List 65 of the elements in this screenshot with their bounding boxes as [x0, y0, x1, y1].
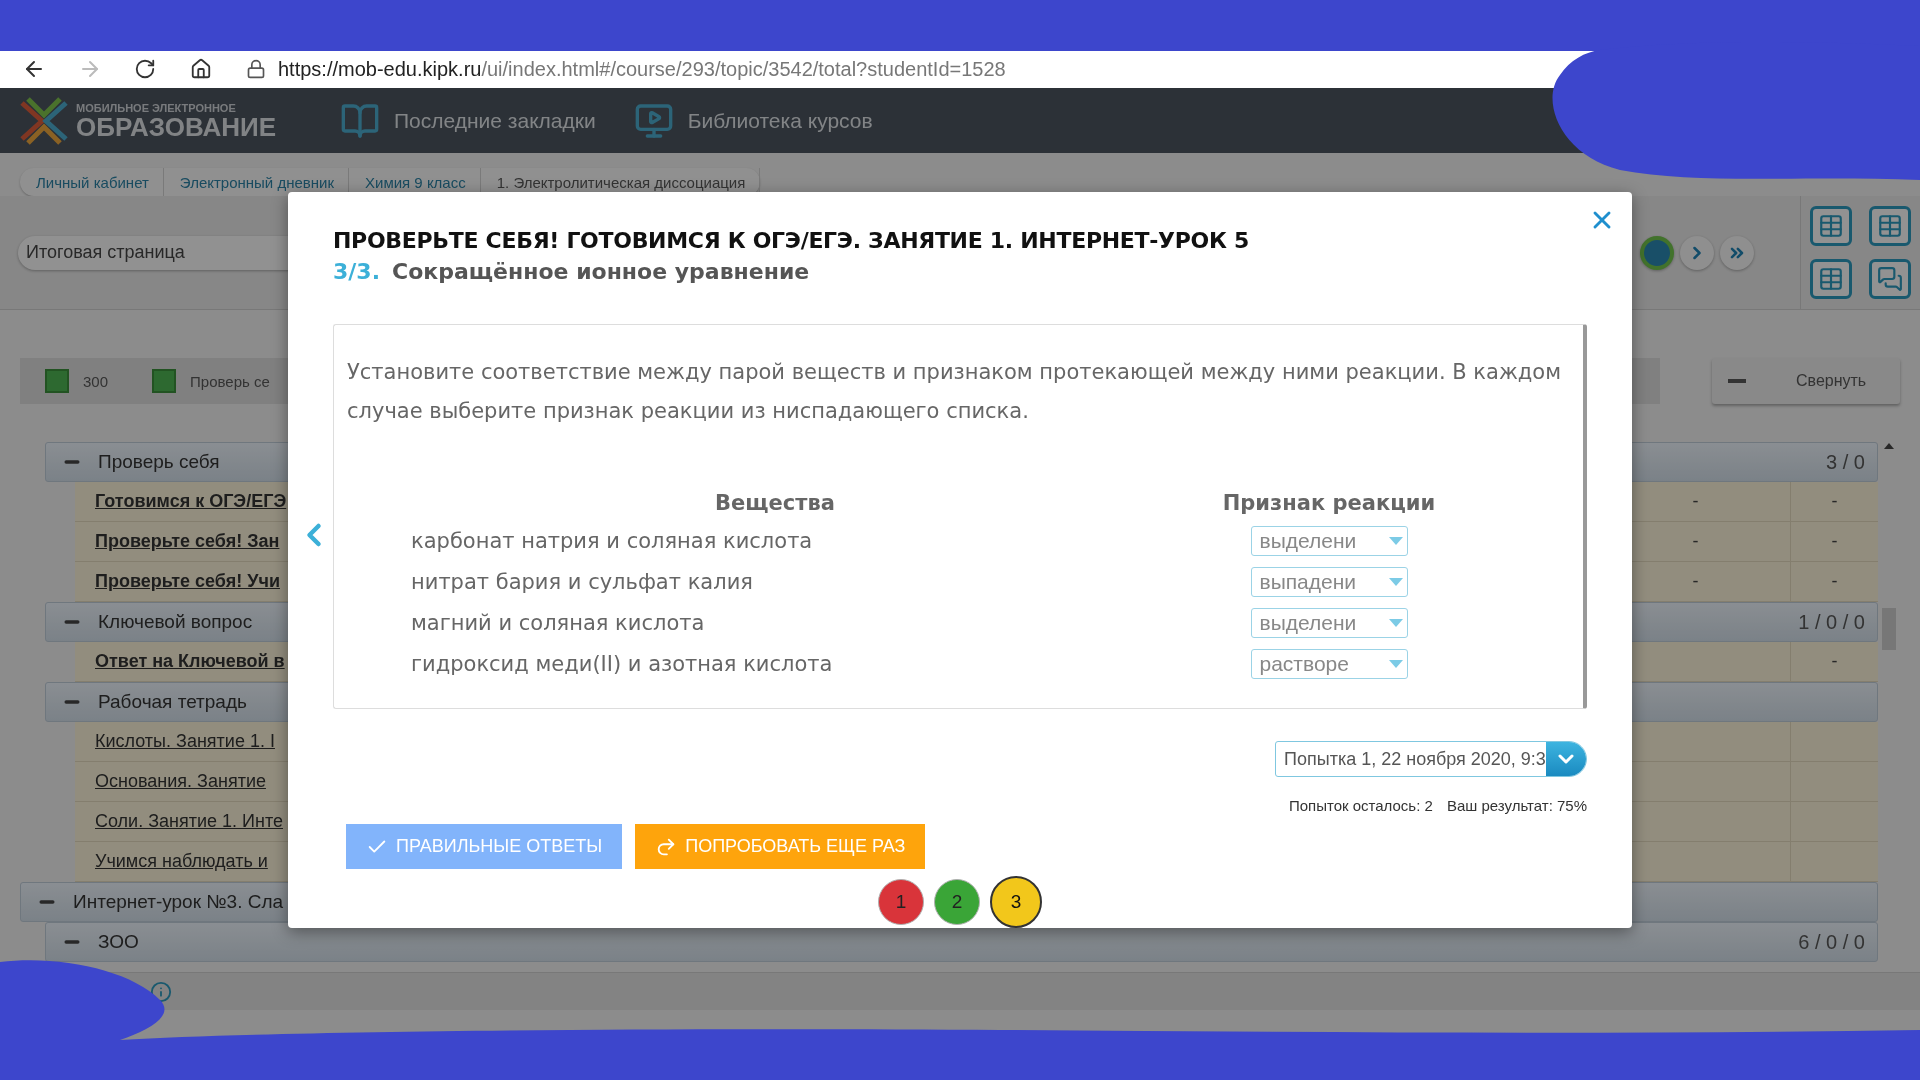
column-header: Признак реакции [1222, 491, 1436, 515]
dialog-title: ПРОВЕРЬТЕ СЕБЯ! ГОТОВИМСЯ К ОГЭ/ЕГЭ. ЗАНЯТИЕ 1. ИНТЕРНЕТ-УРОК 5 [333, 228, 1251, 253]
status-circle-button[interactable] [1640, 235, 1674, 270]
question-text: Установите соответствие между парой веществ и признаком протекающей между ними реакции. В каждом случае выберите признак реакции из ниспадающего списка. [347, 359, 1563, 425]
scroll-up-icon[interactable] [1883, 442, 1895, 450]
nav-link[interactable]: Последние закладки [340, 100, 596, 141]
group-label: Интернет-урок №3. Сла [73, 891, 284, 913]
attempts-left-text: Попыток осталось: 2 [1288, 797, 1433, 814]
substance-text: магний и соляная кислота [410, 611, 705, 635]
answer-dropdown[interactable]: выделени [1250, 526, 1408, 556]
minus-icon [1728, 379, 1746, 383]
reload-icon[interactable] [134, 58, 156, 80]
result-text: Ваш результат: 75% [1446, 797, 1587, 814]
grid-button[interactable] [1809, 206, 1852, 247]
table-icon [1817, 265, 1844, 292]
table-cell: - [1790, 482, 1878, 521]
table-icon [1877, 213, 1904, 240]
chat-icon [1877, 265, 1904, 292]
retry-button[interactable]: ПОПРОБОВАТЬ ЕЩЕ РАЗ [635, 824, 926, 869]
lock-icon [246, 59, 266, 79]
attempt-button[interactable]: 2 [934, 879, 980, 925]
legend-swatch [152, 369, 177, 393]
chat-button[interactable] [1869, 258, 1912, 299]
column-header: Вещества [715, 491, 835, 515]
attempt-button[interactable]: 3 [990, 876, 1042, 928]
nav-link[interactable]: Библиотека курсов [633, 100, 873, 141]
attempt-dropdown[interactable]: Попытка 1, 22 ноября 2020, 9:3 [1275, 741, 1587, 777]
table-cell: - [1790, 522, 1878, 561]
logo-text: МОБИЛЬНОЕ ЭЛЕКТРОННОЕ [76, 101, 237, 114]
group-count: 3 / 0 [1826, 450, 1865, 474]
dropdown-arrow-icon [1388, 660, 1403, 668]
table-icon [1817, 213, 1844, 240]
next-button[interactable] [1680, 235, 1714, 270]
answers-button[interactable]: ПРАВИЛЬНЫЕ ОТВЕТЫ [346, 824, 623, 869]
answer-dropdown[interactable]: выпадени [1250, 567, 1408, 597]
table-cell: - [1790, 642, 1878, 681]
dropdown-arrow-icon [1388, 619, 1403, 627]
substance-text: карбонат натрия и соляная кислота [410, 529, 813, 553]
substance-text: нитрат бария и сульфат калия [410, 570, 753, 594]
table-cell: - [1790, 562, 1878, 601]
dialog-subtitle: Сокращённое ионное уравнение [392, 259, 810, 284]
group-count: 6 / 0 / 0 [1798, 930, 1865, 954]
group-label: Проверь себя [98, 451, 220, 473]
collapse-button[interactable]: Свернуть [1712, 358, 1900, 404]
dropdown-arrow-icon [1388, 578, 1403, 586]
group-count: 1 / 0 / 0 [1798, 610, 1865, 634]
answer-dropdown[interactable]: выделени [1250, 608, 1408, 638]
step-number: 3/3. [333, 259, 380, 284]
group-label: ЗОО [98, 931, 139, 953]
group-label: Рабочая тетрадь [98, 691, 247, 713]
legend-swatch [45, 369, 69, 393]
legend-label: Проверь се [190, 372, 270, 390]
answer-dropdown[interactable]: растворе [1250, 649, 1408, 679]
table-button[interactable] [1809, 258, 1852, 299]
dropdown-arrow-icon [1388, 537, 1403, 545]
home-icon[interactable] [190, 58, 212, 80]
substance-text: гидроксид меди(II) и азотная кислота [410, 652, 833, 676]
logo-text: ОБРАЗОВАНИЕ [76, 113, 276, 140]
group-label: Ключевой вопрос [98, 611, 253, 633]
attempt-button[interactable]: 1 [878, 879, 924, 925]
grid-button[interactable] [1869, 206, 1912, 247]
last-button[interactable] [1720, 235, 1754, 270]
logo-icon [18, 96, 70, 145]
legend-label: 300 [83, 372, 109, 390]
info-icon[interactable] [150, 980, 172, 1003]
